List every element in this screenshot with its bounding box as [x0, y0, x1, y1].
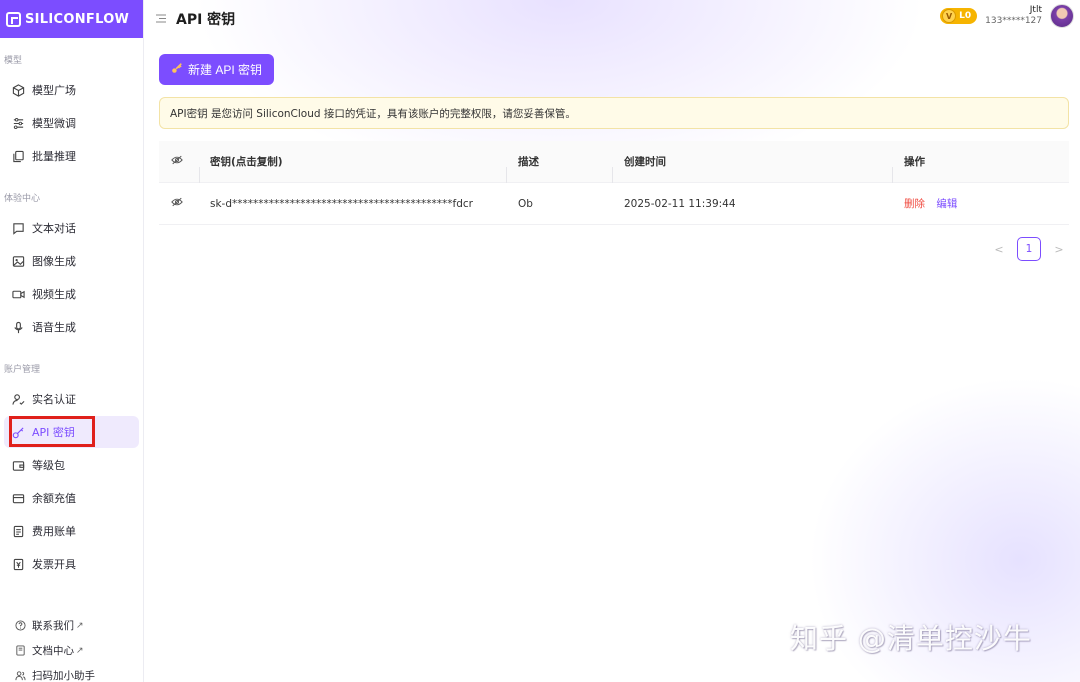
page-title: API 密钥 — [176, 12, 236, 28]
api-key-created-time: 2025-02-11 11:39:44 — [624, 197, 736, 210]
toggle-key-visibility[interactable] — [159, 197, 199, 210]
sidebar-item-label: 模型微调 — [32, 117, 76, 130]
sidebar-item-label: API 密钥 — [32, 426, 75, 439]
sidebar: SILICONFLOW 模型 模型广场 模型微调 批量推理 体验中心 文本对话 … — [0, 0, 144, 682]
toggle-visibility-header[interactable] — [159, 155, 199, 168]
level-label: L0 — [959, 11, 972, 21]
footer-link-label: 扫码加小助手 — [32, 670, 95, 682]
sidebar-item-text-chat[interactable]: 文本对话 — [4, 212, 139, 244]
delete-key-button[interactable]: 删除 — [904, 198, 925, 210]
api-key-value[interactable]: sk-d************************************… — [199, 198, 506, 210]
nav-group-title-experience: 体验中心 — [4, 193, 41, 204]
pagination: < 1 > — [989, 237, 1069, 261]
document-icon — [11, 524, 25, 538]
sidebar-item-billing[interactable]: 费用账单 — [4, 515, 139, 547]
sidebar-item-batch-inference[interactable]: 批量推理 — [4, 140, 139, 172]
sidebar-item-label: 文本对话 — [32, 222, 76, 235]
footer-link-label: 文档中心 — [32, 645, 74, 657]
sidebar-item-label: 等级包 — [32, 459, 65, 472]
image-icon — [11, 254, 25, 268]
eye-off-icon — [171, 197, 183, 210]
menu-toggle-icon[interactable] — [156, 13, 170, 26]
sidebar-item-model-finetune[interactable]: 模型微调 — [4, 107, 139, 139]
sidebar-item-label: 批量推理 — [32, 150, 76, 163]
sidebar-item-invoice[interactable]: 发票开具 — [4, 548, 139, 580]
column-header-desc: 描述 — [506, 154, 612, 183]
cube-icon — [11, 83, 25, 97]
sidebar-item-label: 实名认证 — [32, 393, 76, 406]
chat-bubble-icon — [11, 221, 25, 235]
user-check-icon — [11, 392, 25, 406]
footer-link-assistant[interactable]: 扫码加小助手 — [0, 663, 143, 682]
api-key-notice: API密钥 是您访问 SiliconCloud 接口的凭证，具有该账户的完整权限… — [159, 97, 1069, 129]
wallet-icon — [11, 458, 25, 472]
table-header-row: 密钥(点击复制) 描述 创建时间 操作 — [159, 141, 1069, 183]
top-header: API 密钥 V L0 Jtlt 133*****127 — [144, 0, 1080, 38]
api-key-actions: 删除 编辑 — [892, 196, 1069, 211]
api-key-description: Ob — [518, 197, 533, 210]
sidebar-item-label: 视频生成 — [32, 288, 76, 301]
nav-group-title-models: 模型 — [4, 55, 23, 66]
sidebar-item-level-package[interactable]: 等级包 — [4, 449, 139, 481]
column-header-actions: 操作 — [892, 154, 1069, 183]
stack-icon — [11, 149, 25, 163]
level-badge[interactable]: V L0 — [940, 8, 978, 24]
create-api-key-label: 新建 API 密钥 — [188, 63, 263, 77]
receipt-yen-icon — [11, 557, 25, 571]
microphone-icon — [11, 320, 25, 334]
logo-text: SILICONFLOW — [25, 11, 130, 27]
table-row: sk-d************************************… — [159, 183, 1069, 225]
external-link-icon: ↗ — [76, 620, 84, 631]
credit-card-icon — [11, 491, 25, 505]
footer-link-label: 联系我们 — [32, 620, 74, 632]
api-key-table: 密钥(点击复制) 描述 创建时间 操作 sk-d****************… — [159, 141, 1069, 225]
book-icon — [14, 645, 26, 657]
main-content: 新建 API 密钥 API密钥 是您访问 SiliconCloud 接口的凭证，… — [159, 54, 1069, 225]
help-circle-icon — [14, 620, 26, 632]
key-icon — [11, 425, 25, 439]
nav-group-title-account: 账户管理 — [4, 364, 41, 375]
column-header-key: 密钥(点击复制) — [199, 154, 506, 183]
prev-page-button[interactable]: < — [989, 237, 1009, 261]
header-user-area: V L0 Jtlt 133*****127 — [940, 4, 1074, 28]
sidebar-item-balance-recharge[interactable]: 余额充值 — [4, 482, 139, 514]
footer-link-docs[interactable]: 文档中心 ↗ — [0, 638, 143, 663]
sidebar-item-label: 费用账单 — [32, 525, 76, 538]
sidebar-item-label: 余额充值 — [32, 492, 76, 505]
users-icon — [14, 670, 26, 682]
page-number-current[interactable]: 1 — [1017, 237, 1041, 261]
logo[interactable]: SILICONFLOW — [0, 0, 143, 38]
external-link-icon: ↗ — [76, 645, 84, 656]
user-phone: 133*****127 — [985, 16, 1042, 26]
column-header-created: 创建时间 — [612, 154, 892, 183]
sidebar-item-real-name-auth[interactable]: 实名认证 — [4, 383, 139, 415]
sliders-icon — [11, 116, 25, 130]
sidebar-item-voice-gen[interactable]: 语音生成 — [4, 311, 139, 343]
siliconflow-logo-icon — [6, 11, 21, 27]
key-icon — [171, 62, 183, 77]
user-name: Jtlt — [1029, 5, 1042, 15]
watermark-text: 知乎 @清单控沙牛 — [790, 622, 1032, 655]
edit-key-button[interactable]: 编辑 — [936, 198, 957, 210]
sidebar-item-label: 发票开具 — [32, 558, 76, 571]
avatar[interactable] — [1050, 4, 1074, 28]
eye-off-icon — [171, 155, 183, 168]
create-api-key-button[interactable]: 新建 API 密钥 — [159, 54, 275, 85]
sidebar-item-api-keys[interactable]: API 密钥 — [4, 416, 139, 448]
sidebar-item-label: 模型广场 — [32, 84, 76, 97]
sidebar-item-label: 图像生成 — [32, 255, 76, 268]
vip-icon: V — [942, 9, 957, 23]
video-camera-icon — [11, 287, 25, 301]
next-page-button[interactable]: > — [1049, 237, 1069, 261]
sidebar-item-model-square[interactable]: 模型广场 — [4, 74, 139, 106]
user-info[interactable]: Jtlt 133*****127 — [985, 5, 1042, 27]
sidebar-item-label: 语音生成 — [32, 321, 76, 334]
sidebar-item-image-gen[interactable]: 图像生成 — [4, 245, 139, 277]
sidebar-item-video-gen[interactable]: 视频生成 — [4, 278, 139, 310]
footer-link-contact[interactable]: 联系我们 ↗ — [0, 613, 143, 638]
